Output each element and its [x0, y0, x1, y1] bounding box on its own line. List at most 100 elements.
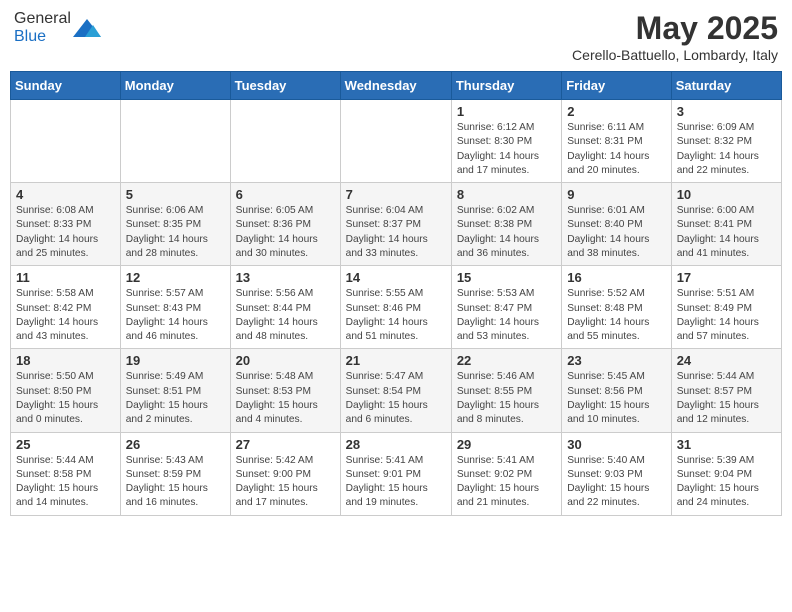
day-number: 31: [677, 437, 776, 452]
day-number: 11: [16, 270, 115, 285]
day-header-sunday: Sunday: [11, 72, 121, 100]
day-content: Sunrise: 5:50 AMSunset: 8:50 PMDaylight:…: [16, 370, 115, 427]
day-content: Sunrise: 5:53 AMSunset: 8:47 PMDaylight:…: [457, 287, 556, 344]
day-number: 16: [567, 270, 665, 285]
calendar-cell: 26 Sunrise: 5:43 AMSunset: 8:59 PMDayligh…: [120, 432, 230, 515]
calendar-cell: [340, 100, 451, 183]
calendar-cell: 19 Sunrise: 5:49 AMSunset: 8:51 PMDayligh…: [120, 349, 230, 432]
day-content: Sunrise: 5:44 AMSunset: 8:57 PMDaylight:…: [677, 370, 776, 427]
day-number: 15: [457, 270, 556, 285]
day-content: Sunrise: 5:47 AMSunset: 8:54 PMDaylight:…: [346, 370, 446, 427]
page-header: General Blue May 2025 Cerello-Battuello,…: [10, 10, 782, 63]
day-header-tuesday: Tuesday: [230, 72, 340, 100]
logo: General Blue: [14, 10, 101, 46]
day-number: 13: [236, 270, 335, 285]
calendar-week-5: 25 Sunrise: 5:44 AMSunset: 8:58 PMDayligh…: [11, 432, 782, 515]
calendar-cell: 5Sunrise: 6:06 AMSunset: 8:35 PMDaylight…: [120, 183, 230, 266]
day-number: 25: [16, 437, 115, 452]
day-content: Sunrise: 5:44 AMSunset: 8:58 PMDaylight:…: [16, 454, 115, 511]
logo-icon: [73, 17, 101, 39]
day-number: 29: [457, 437, 556, 452]
calendar-cell: 30Sunrise: 5:40 AMSunset: 9:03 PMDayligh…: [562, 432, 671, 515]
calendar-cell: 10Sunrise: 6:00 AMSunset: 8:41 PMDayligh…: [671, 183, 781, 266]
day-number: 6: [236, 187, 335, 202]
calendar-cell: 27Sunrise: 5:42 AMSunset: 9:00 PMDayligh…: [230, 432, 340, 515]
day-content: Sunrise: 5:52 AMSunset: 8:48 PMDaylight:…: [567, 287, 665, 344]
calendar-cell: 29 Sunrise: 5:41 AMSunset: 9:02 PMDayligh…: [451, 432, 561, 515]
calendar-week-1: 1Sunrise: 6:12 AMSunset: 8:30 PMDaylight…: [11, 100, 782, 183]
calendar-cell: 16 Sunrise: 5:52 AMSunset: 8:48 PMDayligh…: [562, 266, 671, 349]
calendar-cell: [230, 100, 340, 183]
day-number: 26: [126, 437, 225, 452]
day-number: 20: [236, 353, 335, 368]
day-number: 27: [236, 437, 335, 452]
calendar-header-row: SundayMondayTuesdayWednesdayThursdayFrid…: [11, 72, 782, 100]
day-header-saturday: Saturday: [671, 72, 781, 100]
day-number: 4: [16, 187, 115, 202]
day-number: 2: [567, 104, 665, 119]
day-number: 19: [126, 353, 225, 368]
day-content: Sunrise: 5:46 AMSunset: 8:55 PMDaylight:…: [457, 370, 556, 427]
day-number: 23: [567, 353, 665, 368]
day-content: Sunrise: 6:05 AMSunset: 8:36 PMDaylight:…: [236, 204, 335, 261]
day-number: 30: [567, 437, 665, 452]
calendar-cell: 25 Sunrise: 5:44 AMSunset: 8:58 PMDayligh…: [11, 432, 121, 515]
calendar-cell: 3Sunrise: 6:09 AMSunset: 8:32 PMDaylight…: [671, 100, 781, 183]
calendar-cell: 11 Sunrise: 5:58 AMSunset: 8:42 PMDayligh…: [11, 266, 121, 349]
calendar-cell: [11, 100, 121, 183]
calendar-cell: 1Sunrise: 6:12 AMSunset: 8:30 PMDaylight…: [451, 100, 561, 183]
logo-general-text: General: [14, 10, 71, 27]
calendar-cell: 6 Sunrise: 6:05 AMSunset: 8:36 PMDaylight…: [230, 183, 340, 266]
day-number: 5: [126, 187, 225, 202]
calendar-cell: 13 Sunrise: 5:56 AMSunset: 8:44 PMDayligh…: [230, 266, 340, 349]
day-content: Sunrise: 6:08 AMSunset: 8:33 PMDaylight:…: [16, 204, 115, 261]
calendar-cell: 20 Sunrise: 5:48 AMSunset: 8:53 PMDayligh…: [230, 349, 340, 432]
month-title: May 2025: [572, 10, 778, 47]
day-number: 17: [677, 270, 776, 285]
day-number: 7: [346, 187, 446, 202]
day-content: Sunrise: 5:49 AMSunset: 8:51 PMDaylight:…: [126, 370, 225, 427]
calendar-week-2: 4 Sunrise: 6:08 AMSunset: 8:33 PMDaylight…: [11, 183, 782, 266]
calendar-cell: 2 Sunrise: 6:11 AMSunset: 8:31 PMDaylight…: [562, 100, 671, 183]
calendar-cell: 28 Sunrise: 5:41 AMSunset: 9:01 PMDayligh…: [340, 432, 451, 515]
day-number: 9: [567, 187, 665, 202]
day-content: Sunrise: 6:11 AMSunset: 8:31 PMDaylight:…: [567, 121, 665, 178]
day-content: Sunrise: 6:04 AMSunset: 8:37 PMDaylight:…: [346, 204, 446, 261]
day-content: Sunrise: 5:45 AMSunset: 8:56 PMDaylight:…: [567, 370, 665, 427]
calendar-cell: 7 Sunrise: 6:04 AMSunset: 8:37 PMDaylight…: [340, 183, 451, 266]
calendar-cell: 22Sunrise: 5:46 AMSunset: 8:55 PMDayligh…: [451, 349, 561, 432]
day-content: Sunrise: 5:58 AMSunset: 8:42 PMDaylight:…: [16, 287, 115, 344]
day-content: Sunrise: 5:41 AMSunset: 9:02 PMDaylight:…: [457, 454, 556, 511]
day-content: Sunrise: 5:41 AMSunset: 9:01 PMDaylight:…: [346, 454, 446, 511]
day-number: 28: [346, 437, 446, 452]
day-number: 12: [126, 270, 225, 285]
title-area: May 2025 Cerello-Battuello, Lombardy, It…: [572, 10, 778, 63]
day-number: 10: [677, 187, 776, 202]
calendar-cell: 12 Sunrise: 5:57 AMSunset: 8:43 PMDayligh…: [120, 266, 230, 349]
day-content: Sunrise: 5:56 AMSunset: 8:44 PMDaylight:…: [236, 287, 335, 344]
calendar-cell: 18Sunrise: 5:50 AMSunset: 8:50 PMDayligh…: [11, 349, 121, 432]
day-content: Sunrise: 5:55 AMSunset: 8:46 PMDaylight:…: [346, 287, 446, 344]
calendar-cell: 21 Sunrise: 5:47 AMSunset: 8:54 PMDayligh…: [340, 349, 451, 432]
day-content: Sunrise: 5:39 AMSunset: 9:04 PMDaylight:…: [677, 454, 776, 511]
day-number: 3: [677, 104, 776, 119]
day-header-friday: Friday: [562, 72, 671, 100]
day-number: 8: [457, 187, 556, 202]
day-number: 14: [346, 270, 446, 285]
day-header-wednesday: Wednesday: [340, 72, 451, 100]
day-content: Sunrise: 6:12 AMSunset: 8:30 PMDaylight:…: [457, 121, 556, 178]
day-content: Sunrise: 5:57 AMSunset: 8:43 PMDaylight:…: [126, 287, 225, 344]
day-number: 21: [346, 353, 446, 368]
calendar-cell: 31 Sunrise: 5:39 AMSunset: 9:04 PMDayligh…: [671, 432, 781, 515]
day-content: Sunrise: 5:43 AMSunset: 8:59 PMDaylight:…: [126, 454, 225, 511]
logo-blue-text: Blue: [14, 28, 46, 45]
calendar-cell: 15 Sunrise: 5:53 AMSunset: 8:47 PMDayligh…: [451, 266, 561, 349]
calendar-cell: 4 Sunrise: 6:08 AMSunset: 8:33 PMDaylight…: [11, 183, 121, 266]
day-content: Sunrise: 5:51 AMSunset: 8:49 PMDaylight:…: [677, 287, 776, 344]
calendar-cell: 17 Sunrise: 5:51 AMSunset: 8:49 PMDayligh…: [671, 266, 781, 349]
calendar-cell: 23 Sunrise: 5:45 AMSunset: 8:56 PMDayligh…: [562, 349, 671, 432]
day-content: Sunrise: 5:48 AMSunset: 8:53 PMDaylight:…: [236, 370, 335, 427]
day-number: 24: [677, 353, 776, 368]
calendar-cell: 14 Sunrise: 5:55 AMSunset: 8:46 PMDayligh…: [340, 266, 451, 349]
location-title: Cerello-Battuello, Lombardy, Italy: [572, 47, 778, 63]
